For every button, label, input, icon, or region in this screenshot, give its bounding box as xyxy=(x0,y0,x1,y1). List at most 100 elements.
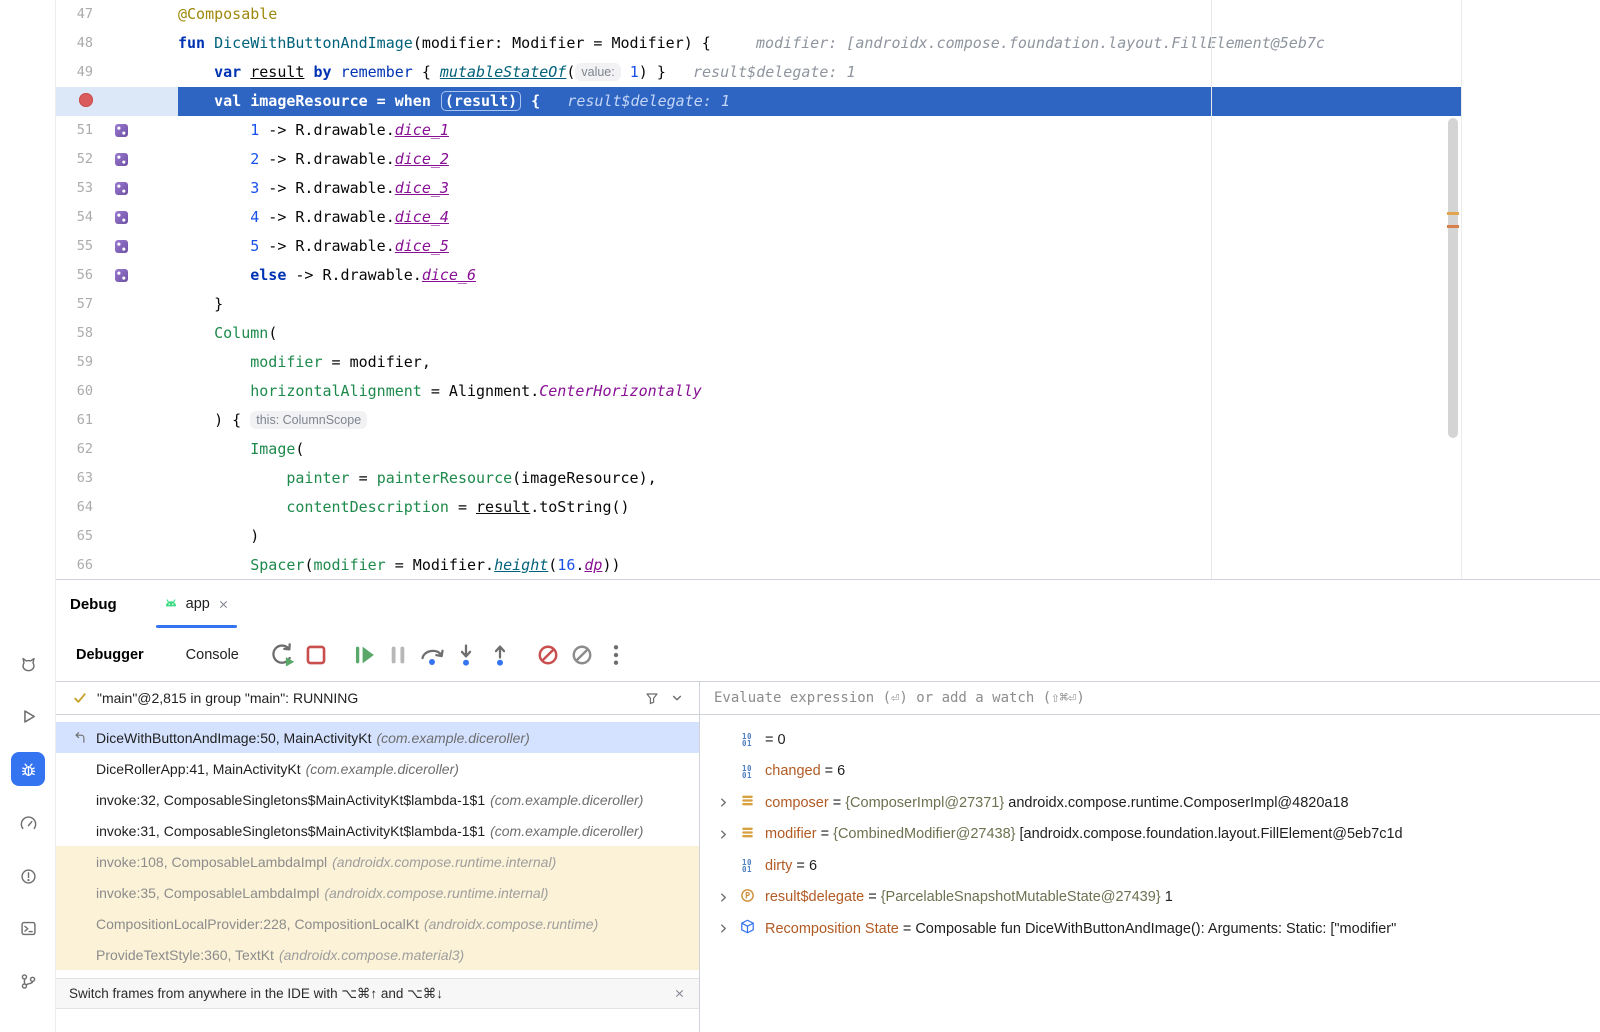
frame-row[interactable]: DiceRollerApp:41, MainActivityKt(com.exa… xyxy=(56,753,699,784)
code-line-58[interactable]: 58 Column( xyxy=(56,319,1461,348)
code-line-55[interactable]: 55 5 -> R.drawable.dice_5 xyxy=(56,232,1461,261)
code-line-48[interactable]: 48fun DiceWithButtonAndImage(modifier: M… xyxy=(56,29,1461,58)
line-number[interactable]: 56 xyxy=(56,261,100,290)
chevron-down-icon[interactable] xyxy=(669,690,685,706)
line-number[interactable]: 62 xyxy=(56,435,100,464)
close-icon[interactable] xyxy=(673,987,686,1000)
profiler-icon[interactable] xyxy=(11,806,45,840)
code-line-50[interactable]: val imageResource = when (result) { resu… xyxy=(56,87,1461,116)
drawable-preview-icon[interactable] xyxy=(115,182,128,195)
line-number[interactable]: 60 xyxy=(56,377,100,406)
frame-row[interactable]: invoke:31, ComposableSingletons$MainActi… xyxy=(56,815,699,846)
expand-chevron-icon[interactable] xyxy=(716,795,734,810)
drawable-preview-icon[interactable] xyxy=(115,240,128,253)
code-line-60[interactable]: 60 horizontalAlignment = Alignment.Cente… xyxy=(56,377,1461,406)
line-number[interactable]: 48 xyxy=(56,29,100,58)
breakpoint-gutter[interactable] xyxy=(56,87,100,116)
code-line-56[interactable]: 56 else -> R.drawable.dice_6 xyxy=(56,261,1461,290)
code-line-59[interactable]: 59 modifier = modifier, xyxy=(56,348,1461,377)
line-number[interactable]: 57 xyxy=(56,290,100,319)
error-stripe-mark[interactable] xyxy=(1447,225,1459,228)
tab-console[interactable]: Console xyxy=(186,647,239,663)
variable-row[interactable]: 1001changed = 6 xyxy=(700,756,1600,788)
code-line-51[interactable]: 51 1 -> R.drawable.dice_1 xyxy=(56,116,1461,145)
variable-row[interactable]: composer = {ComposerImpl@27371} androidx… xyxy=(700,787,1600,819)
code-line-54[interactable]: 54 4 -> R.drawable.dice_4 xyxy=(56,203,1461,232)
drawable-preview-icon[interactable] xyxy=(115,124,128,137)
pause-icon[interactable] xyxy=(384,641,412,669)
code-line-61[interactable]: 61 ) { this: ColumnScope xyxy=(56,406,1461,435)
stop-icon[interactable] xyxy=(302,641,330,669)
line-number[interactable]: 51 xyxy=(56,116,100,145)
code-line-52[interactable]: 52 2 -> R.drawable.dice_2 xyxy=(56,145,1461,174)
tab-app[interactable]: app xyxy=(153,580,240,628)
close-icon[interactable] xyxy=(217,598,230,611)
debug-icon[interactable] xyxy=(11,752,45,786)
code-line-63[interactable]: 63 painter = painterResource(imageResour… xyxy=(56,464,1461,493)
step-over-icon[interactable] xyxy=(418,641,446,669)
step-out-icon[interactable] xyxy=(486,641,514,669)
frame-row[interactable]: invoke:32, ComposableSingletons$MainActi… xyxy=(56,784,699,815)
expand-chevron-icon[interactable] xyxy=(716,921,734,936)
line-number[interactable]: 65 xyxy=(56,522,100,551)
code-line-64[interactable]: 64 contentDescription = result.toString(… xyxy=(56,493,1461,522)
code-text: } xyxy=(178,290,1461,319)
line-number[interactable]: 61 xyxy=(56,406,100,435)
variable-row[interactable]: modifier = {CombinedModifier@27438} [and… xyxy=(700,819,1600,851)
line-number[interactable]: 49 xyxy=(56,58,100,87)
problems-icon[interactable] xyxy=(11,859,45,893)
variable-row[interactable]: 1001= 0 xyxy=(700,724,1600,756)
code-line-47[interactable]: 47@Composable xyxy=(56,0,1461,29)
evaluate-expression-input[interactable]: Evaluate expression (⏎) or add a watch (… xyxy=(700,682,1600,715)
expand-chevron-icon[interactable] xyxy=(716,827,734,842)
code-line-53[interactable]: 53 3 -> R.drawable.dice_3 xyxy=(56,174,1461,203)
variable-row[interactable]: Presult$delegate = {ParcelableSnapshotMu… xyxy=(700,882,1600,914)
line-number[interactable]: 66 xyxy=(56,551,100,579)
drawable-preview-icon[interactable] xyxy=(115,211,128,224)
line-number[interactable]: 55 xyxy=(56,232,100,261)
line-number[interactable]: 59 xyxy=(56,348,100,377)
line-number[interactable]: 54 xyxy=(56,203,100,232)
breakpoint-dot[interactable] xyxy=(79,93,93,107)
line-number[interactable]: 64 xyxy=(56,493,100,522)
variable-row[interactable]: Recomposition State = Composable fun Dic… xyxy=(700,913,1600,945)
code-line-66[interactable]: 66 Spacer(modifier = Modifier.height(16.… xyxy=(56,551,1461,579)
code-line-62[interactable]: 62 Image( xyxy=(56,435,1461,464)
frame-row[interactable]: DiceWithButtonAndImage:50, MainActivityK… xyxy=(56,722,699,753)
tab-debugger[interactable]: Debugger xyxy=(76,647,144,663)
expand-chevron-icon[interactable] xyxy=(716,890,734,905)
line-number[interactable]: 52 xyxy=(56,145,100,174)
code-editor[interactable]: 47@Composable48fun DiceWithButtonAndImag… xyxy=(56,0,1462,579)
editor-scrollbar-thumb[interactable] xyxy=(1448,118,1458,438)
line-number[interactable]: 58 xyxy=(56,319,100,348)
frame-row[interactable]: invoke:108, ComposableLambdaImpl(android… xyxy=(56,846,699,877)
line-number[interactable]: 53 xyxy=(56,174,100,203)
frame-package: (com.example.diceroller) xyxy=(306,761,459,777)
view-breakpoints-icon[interactable] xyxy=(534,641,562,669)
error-stripe-mark[interactable] xyxy=(1447,212,1459,215)
thread-header[interactable]: "main"@2,815 in group "main": RUNNING xyxy=(56,682,699,715)
filter-icon[interactable] xyxy=(644,690,660,706)
run-icon[interactable] xyxy=(11,699,45,733)
resume-icon[interactable] xyxy=(350,641,378,669)
variable-value: 6 xyxy=(837,763,845,779)
frame-row[interactable]: invoke:35, ComposableLambdaImpl(androidx… xyxy=(56,877,699,908)
drawable-preview-icon[interactable] xyxy=(115,153,128,166)
step-into-icon[interactable] xyxy=(452,641,480,669)
rerun-icon[interactable] xyxy=(268,641,296,669)
drawable-preview-icon[interactable] xyxy=(115,269,128,282)
code-line-57[interactable]: 57 } xyxy=(56,290,1461,319)
frame-row[interactable]: CompositionLocalProvider:228, Compositio… xyxy=(56,908,699,939)
frame-row[interactable]: ProvideTextStyle:360, TextKt(androidx.co… xyxy=(56,939,699,970)
line-number[interactable]: 47 xyxy=(56,0,100,29)
code-line-65[interactable]: 65 ) xyxy=(56,522,1461,551)
code-line-49[interactable]: 49 var result by remember { mutableState… xyxy=(56,58,1461,87)
more-icon[interactable] xyxy=(602,641,630,669)
line-number[interactable]: 63 xyxy=(56,464,100,493)
git-icon[interactable] xyxy=(11,964,45,998)
variables-list: 1001= 01001changed = 6composer = {Compos… xyxy=(700,715,1600,945)
logcat-icon[interactable] xyxy=(11,647,45,681)
terminal-icon[interactable] xyxy=(11,911,45,945)
mute-breakpoints-icon[interactable] xyxy=(568,641,596,669)
variable-row[interactable]: 1001dirty = 6 xyxy=(700,850,1600,882)
